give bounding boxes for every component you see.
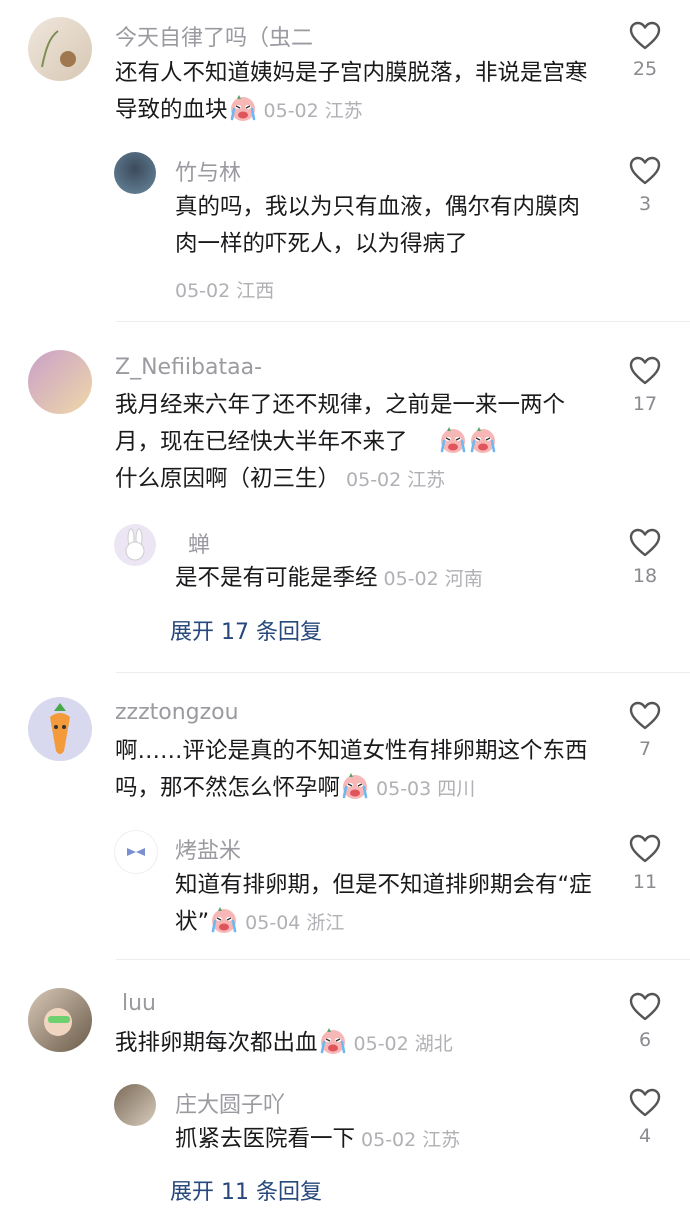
heart-outline-icon: [629, 355, 661, 387]
divider: [116, 672, 690, 673]
reply-text: 是不是有可能是季经 05-02 河南: [175, 560, 655, 598]
heart-outline-icon: [629, 991, 661, 1023]
reply-text: 抓紧去医院看一下 05-02 江苏: [175, 1121, 655, 1159]
like-button[interactable]: 7: [626, 700, 664, 760]
like-count: 3: [638, 193, 652, 215]
comment-username[interactable]: luu: [122, 991, 156, 1016]
reply-text: 真的吗，我以为只有血液，偶尔有内膜肉肉一样的吓死人，以为得病了: [175, 194, 581, 257]
reply-username[interactable]: 竹与林: [175, 155, 241, 187]
avatar[interactable]: [28, 988, 92, 1052]
expand-replies-link[interactable]: 展开 11 条回复: [170, 1174, 322, 1206]
like-count: 4: [638, 1125, 652, 1147]
like-count: 6: [638, 1029, 652, 1051]
comment-body: 我排卵期每次都出血: [115, 1030, 318, 1056]
reply-meta: 05-02 河南: [383, 568, 483, 590]
like-button[interactable]: 6: [626, 991, 664, 1051]
reply-meta: 05-04 浙江: [245, 912, 345, 934]
crying-face-emoji: [468, 425, 498, 455]
avatar[interactable]: [28, 350, 92, 414]
crying-face-emoji: [340, 771, 370, 801]
comment-meta: 05-02 江苏: [346, 469, 446, 491]
heart-outline-icon: [629, 1087, 661, 1119]
comment-text: 我排卵期每次都出血 05-02 湖北: [115, 1025, 595, 1063]
like-count: 25: [632, 58, 658, 80]
crying-face-emoji: [318, 1026, 348, 1056]
like-button[interactable]: 3: [626, 155, 664, 215]
heart-outline-icon: [629, 833, 661, 865]
divider: [116, 959, 690, 960]
like-button[interactable]: 17: [626, 355, 664, 415]
avatar[interactable]: [114, 524, 156, 566]
avatar[interactable]: [28, 697, 92, 761]
crying-face-emoji: [209, 905, 239, 935]
expand-replies-link[interactable]: 展开 17 条回复: [170, 614, 322, 646]
heart-outline-icon: [629, 700, 661, 732]
divider: [116, 321, 690, 322]
reply-body: 是不是有可能是季经: [175, 565, 378, 591]
like-button[interactable]: 11: [626, 833, 664, 893]
comment-text: 还有人不知道姨妈是子宫内膜脱落，非说是宫寒导致的血块 05-02 江苏: [115, 55, 595, 130]
comment-body: 什么原因啊（初三生）: [115, 466, 341, 492]
comment-username[interactable]: 今天自律了吗（虫二: [115, 20, 313, 52]
comment-meta: 05-02 江苏: [263, 100, 363, 122]
reply-meta: 05-02 江苏: [361, 1129, 461, 1151]
reply-body: 抓紧去医院看一下: [175, 1126, 356, 1152]
like-count: 18: [632, 565, 658, 587]
reply-username[interactable]: 蝉: [188, 527, 210, 559]
heart-outline-icon: [629, 527, 661, 559]
crying-face-emoji: [228, 93, 258, 123]
crying-face-emoji: [438, 425, 468, 455]
comment-username[interactable]: zzztongzou: [115, 700, 239, 725]
reply-text: 知道有排卵期，但是不知道排卵期会有“症状” 05-04 浙江: [175, 867, 595, 942]
like-count: 7: [638, 738, 652, 760]
comment-text: 我月经来六年了还不规律，之前是一来一两个月，现在已经快大半年不来了 什么原因啊（…: [115, 387, 595, 499]
comment-username[interactable]: Z_Nefiibataa-: [115, 355, 262, 380]
like-count: 11: [632, 871, 658, 893]
avatar[interactable]: [114, 830, 158, 874]
reply-username[interactable]: 庄大圆子吖: [175, 1087, 285, 1119]
avatar[interactable]: [28, 17, 92, 81]
reply-meta: 05-02 江西: [175, 280, 275, 302]
comment-meta: 05-02 湖北: [353, 1033, 453, 1055]
like-button[interactable]: 25: [626, 20, 664, 80]
heart-outline-icon: [629, 155, 661, 187]
comment-text: 啊……评论是真的不知道女性有排卵期这个东西吗，那不然怎么怀孕啊 05-03 四川: [115, 733, 595, 808]
avatar[interactable]: [114, 152, 156, 194]
avatar[interactable]: [114, 1084, 156, 1126]
like-button[interactable]: 18: [626, 527, 664, 587]
heart-outline-icon: [629, 20, 661, 52]
like-count: 17: [632, 393, 658, 415]
reply-username[interactable]: 烤盐米: [175, 833, 241, 865]
comment-meta: 05-03 四川: [376, 778, 476, 800]
like-button[interactable]: 4: [626, 1087, 664, 1147]
